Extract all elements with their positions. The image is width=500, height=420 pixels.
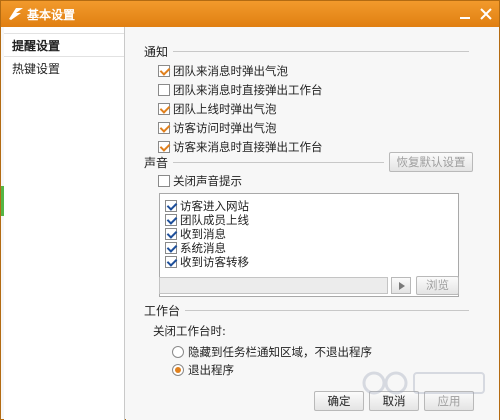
sidebar-item-hotkey[interactable]: 热键设置 (4, 57, 124, 81)
minimize-icon[interactable] (457, 6, 473, 22)
workbench-option-radio[interactable] (172, 346, 184, 358)
settings-sidebar: 提醒设置 热键设置 (4, 27, 125, 420)
mute-sound-option[interactable]: 关闭声音提示 (158, 173, 242, 189)
sound-event-checkbox[interactable] (165, 214, 177, 226)
close-icon[interactable] (478, 6, 494, 22)
ok-button[interactable]: 确定 (314, 391, 364, 411)
notify-option-checkbox[interactable] (158, 65, 170, 77)
workbench-close-label: 关闭工作台时: (153, 324, 226, 338)
sound-event-checkbox[interactable] (165, 228, 177, 240)
workbench-option-exit[interactable]: 退出程序 (172, 362, 234, 378)
workbench-section-title: 工作台 (144, 304, 181, 318)
titlebar[interactable]: 基本设置 (1, 1, 499, 27)
list-item[interactable]: 收到访客转移 (165, 254, 249, 270)
notify-option-checkbox[interactable] (158, 122, 170, 134)
mute-sound-label: 关闭声音提示 (173, 174, 242, 188)
notify-option-checkbox[interactable] (158, 84, 170, 96)
sound-event-checkbox[interactable] (165, 256, 177, 268)
sound-file-input[interactable] (159, 277, 388, 294)
notify-option-team-online[interactable]: 团队上线时弹出气泡 (158, 101, 277, 117)
notify-divider (173, 51, 469, 52)
workbench-option-hide-to-tray[interactable]: 隐藏到任务栏通知区域，不退出程序 (172, 344, 372, 360)
play-sound-button[interactable] (391, 277, 411, 294)
workbench-option-label: 退出程序 (188, 363, 234, 377)
app-logo-icon (9, 8, 23, 20)
apply-button[interactable]: 应用 (424, 391, 474, 411)
sound-event-checkbox[interactable] (165, 242, 177, 254)
notify-option-label: 访客访问时弹出气泡 (173, 121, 277, 135)
notify-option-team-bubble[interactable]: 团队来消息时弹出气泡 (158, 63, 288, 79)
notify-option-label: 访客来消息时直接弹出工作台 (173, 140, 323, 154)
restore-defaults-button[interactable]: 恢复默认设置 (389, 152, 473, 172)
cancel-button[interactable]: 取消 (369, 391, 419, 411)
sound-event-label: 收到访客转移 (180, 255, 249, 269)
sidebar-item-reminder[interactable]: 提醒设置 (4, 33, 124, 57)
settings-content: 通知 团队来消息时弹出气泡 团队来消息时直接弹出工作台 团队上线时弹出气泡 访客… (126, 27, 499, 420)
workbench-option-label: 隐藏到任务栏通知区域，不退出程序 (188, 345, 372, 359)
notify-option-label: 团队来消息时弹出气泡 (173, 64, 288, 78)
mute-sound-checkbox[interactable] (158, 175, 170, 187)
notify-option-label: 团队上线时弹出气泡 (173, 102, 277, 116)
workbench-divider (185, 310, 469, 311)
sound-event-checkbox[interactable] (165, 200, 177, 212)
window-title: 基本设置 (27, 8, 76, 22)
browse-button[interactable]: 浏览 (416, 276, 459, 295)
notify-option-visitor-bubble[interactable]: 访客访问时弹出气泡 (158, 120, 277, 136)
sound-section-title: 声音 (144, 156, 169, 170)
notify-section-title: 通知 (144, 45, 169, 59)
settings-window: 基本设置 提醒设置 热键设置 通知 团队来消息时弹出气泡 团队来消息时直接弹出工… (0, 0, 500, 420)
notify-option-checkbox[interactable] (158, 103, 170, 115)
notify-option-checkbox[interactable] (158, 141, 170, 153)
workbench-option-radio[interactable] (172, 364, 184, 376)
notify-option-team-workbench[interactable]: 团队来消息时直接弹出工作台 (158, 82, 323, 98)
sound-divider (173, 162, 384, 163)
notify-option-visitor-workbench[interactable]: 访客来消息时直接弹出工作台 (158, 139, 323, 155)
notify-option-label: 团队来消息时直接弹出工作台 (173, 83, 323, 97)
